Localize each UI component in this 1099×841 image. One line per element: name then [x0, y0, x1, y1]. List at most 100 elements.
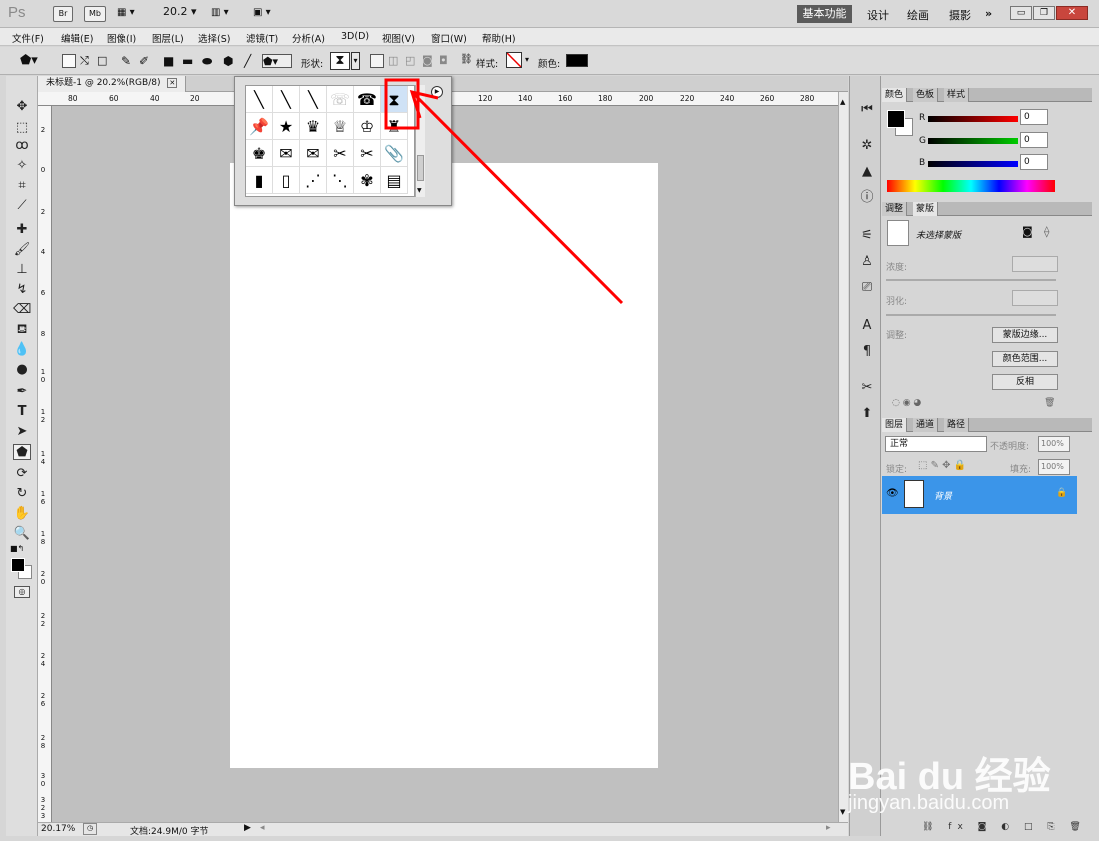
- shape-cell[interactable]: ✂: [354, 140, 381, 167]
- blue-value-input[interactable]: 0: [1020, 154, 1048, 170]
- style-none-swatch[interactable]: [506, 52, 522, 68]
- green-slider[interactable]: [928, 138, 1018, 144]
- scroll-up-icon[interactable]: ▲: [840, 98, 845, 106]
- workspace-painting[interactable]: 绘画: [907, 7, 929, 23]
- color-spectrum-bar[interactable]: [887, 180, 1055, 192]
- density-input[interactable]: [1012, 256, 1058, 272]
- shape-cell[interactable]: ✾: [354, 167, 381, 194]
- clone-stamp-tool-icon[interactable]: ⊥: [13, 262, 31, 278]
- paint-bucket-tool-icon[interactable]: ⛾: [13, 322, 31, 338]
- tab-layers[interactable]: 图层: [882, 418, 908, 432]
- scroll-thumb[interactable]: [417, 155, 424, 181]
- move-tool-icon[interactable]: ✥: [13, 99, 31, 115]
- density-slider[interactable]: [886, 279, 1056, 281]
- quick-mask-icon[interactable]: ◎: [14, 586, 30, 598]
- shape-cell[interactable]: ▯: [273, 167, 300, 194]
- document-canvas[interactable]: [230, 163, 658, 768]
- shape-dropdown-arrow[interactable]: ▾: [351, 52, 360, 70]
- status-zoom-icon[interactable]: ◷: [83, 823, 97, 835]
- shape-cell[interactable]: ╲: [273, 86, 300, 113]
- tab-adjustments[interactable]: 调整: [882, 202, 908, 216]
- pen-tool-icon[interactable]: ✒: [13, 384, 31, 400]
- arrange-documents-icon[interactable]: ▥ ▾: [211, 7, 229, 18]
- shape-cell[interactable]: ★: [273, 113, 300, 140]
- menu-3d[interactable]: 3D(D): [341, 31, 369, 42]
- document-tab[interactable]: 未标题-1 @ 20.2%(RGB/8) ✕: [38, 76, 186, 92]
- layer-name[interactable]: 背景: [934, 489, 952, 502]
- red-slider[interactable]: [928, 116, 1018, 122]
- mask-footer-icons[interactable]: ◌ ◉ ◕: [892, 398, 921, 408]
- menu-window[interactable]: 窗口(W): [431, 31, 467, 45]
- shape-cell[interactable]: ⋰: [300, 167, 327, 194]
- link-icon[interactable]: ⛓: [460, 54, 474, 68]
- intersect-shape-icon[interactable]: ◙: [422, 54, 436, 68]
- shape-cell[interactable]: ♚: [246, 140, 273, 167]
- brushes-panel-icon[interactable]: ⚟: [859, 228, 875, 244]
- zoom-tool-icon[interactable]: 🔍: [13, 526, 31, 542]
- paragraph-panel-icon[interactable]: ¶: [859, 344, 875, 360]
- shape-cell[interactable]: 📎: [381, 140, 408, 167]
- lock-icons[interactable]: ⬚ ✎ ✥ 🔒: [918, 460, 966, 471]
- history-panel-icon[interactable]: ⏮: [859, 102, 875, 118]
- shape-cell[interactable]: ☎: [354, 86, 381, 113]
- shape-cell[interactable]: 📌: [246, 113, 273, 140]
- feather-input[interactable]: [1012, 290, 1058, 306]
- red-value-input[interactable]: 0: [1020, 109, 1048, 125]
- status-zoom[interactable]: 20.17%: [41, 824, 75, 834]
- hand-tool-icon[interactable]: ✋: [13, 506, 31, 522]
- rectangle-option-icon[interactable]: ■: [163, 54, 177, 68]
- polygon-option-icon[interactable]: ⬢: [223, 54, 237, 68]
- shape-cell[interactable]: ╲: [246, 86, 273, 113]
- path-selection-tool-icon[interactable]: ➤: [13, 424, 31, 440]
- restore-icon[interactable]: ❐: [1033, 6, 1055, 20]
- default-colors-icon[interactable]: ■↰: [10, 544, 24, 553]
- pixel-mask-icon[interactable]: ◙: [1022, 225, 1033, 238]
- blend-mode-select[interactable]: 正常: [885, 436, 987, 452]
- opacity-input[interactable]: 100%: [1038, 436, 1070, 452]
- green-value-input[interactable]: 0: [1020, 132, 1048, 148]
- color-range-button[interactable]: 颜色范围...: [992, 351, 1058, 367]
- ellipse-option-icon[interactable]: ⬬: [202, 54, 216, 68]
- menu-layer[interactable]: 图层(L): [152, 31, 184, 45]
- zoom-level-select[interactable]: 20.2 ▾: [163, 5, 197, 18]
- shape-cell[interactable]: ╲: [300, 86, 327, 113]
- shape-color-swatch[interactable]: [566, 54, 588, 67]
- pen-tool-option-icon[interactable]: ✎: [121, 54, 135, 68]
- scroll-right-icon[interactable]: ▸: [826, 823, 831, 833]
- invert-button[interactable]: 反相: [992, 374, 1058, 390]
- vector-mask-icon[interactable]: ⟠: [1044, 225, 1049, 238]
- blue-slider[interactable]: [928, 161, 1018, 167]
- brush-tool-icon[interactable]: 🖌: [13, 242, 31, 258]
- menu-analysis[interactable]: 分析(A): [292, 31, 325, 45]
- eyedropper-tool-icon[interactable]: ⟋: [13, 198, 31, 214]
- menu-filter[interactable]: 滤镜(T): [246, 31, 278, 45]
- custom-shape-tool-icon[interactable]: ⬟: [13, 444, 31, 460]
- close-icon[interactable]: ✕: [1056, 6, 1088, 20]
- style-dropdown-arrow[interactable]: ▾: [525, 55, 529, 64]
- freeform-pen-option-icon[interactable]: ✐: [139, 54, 153, 68]
- eye-visibility-icon[interactable]: 👁: [886, 488, 899, 499]
- menu-view[interactable]: 视图(V): [382, 31, 415, 45]
- tab-channels[interactable]: 通道: [913, 418, 939, 432]
- menu-help[interactable]: 帮助(H): [482, 31, 516, 45]
- menu-file[interactable]: 文件(F): [12, 31, 44, 45]
- shape-layers-mode-icon[interactable]: [62, 54, 76, 68]
- bridge-button[interactable]: Br: [53, 6, 73, 22]
- shape-cell[interactable]: ☏: [327, 86, 354, 113]
- 3d-rotate-tool-icon[interactable]: ⟳: [13, 466, 31, 482]
- foreground-color-swatch[interactable]: [887, 110, 905, 128]
- vertical-scrollbar[interactable]: ▲ ▼: [838, 92, 848, 822]
- info-panel-icon[interactable]: ⓘ: [859, 190, 875, 206]
- tool-presets-panel-icon[interactable]: ⎚: [859, 280, 875, 296]
- fill-input[interactable]: 100%: [1038, 459, 1070, 475]
- shape-cell[interactable]: ✂: [327, 140, 354, 167]
- scroll-down-icon[interactable]: ▼: [840, 808, 845, 816]
- navigator-panel-icon[interactable]: ✲: [859, 138, 875, 154]
- mask-edge-button[interactable]: 蒙版边缘...: [992, 327, 1058, 343]
- shape-cell[interactable]: ✉: [273, 140, 300, 167]
- paths-mode-icon[interactable]: ⤭: [80, 54, 94, 68]
- screen-mode-icon[interactable]: ▣ ▾: [253, 7, 271, 18]
- rounded-rectangle-option-icon[interactable]: ▬: [182, 54, 196, 68]
- tools-panel-icon[interactable]: ✂: [859, 380, 875, 396]
- status-menu-arrow[interactable]: ▶: [244, 823, 251, 833]
